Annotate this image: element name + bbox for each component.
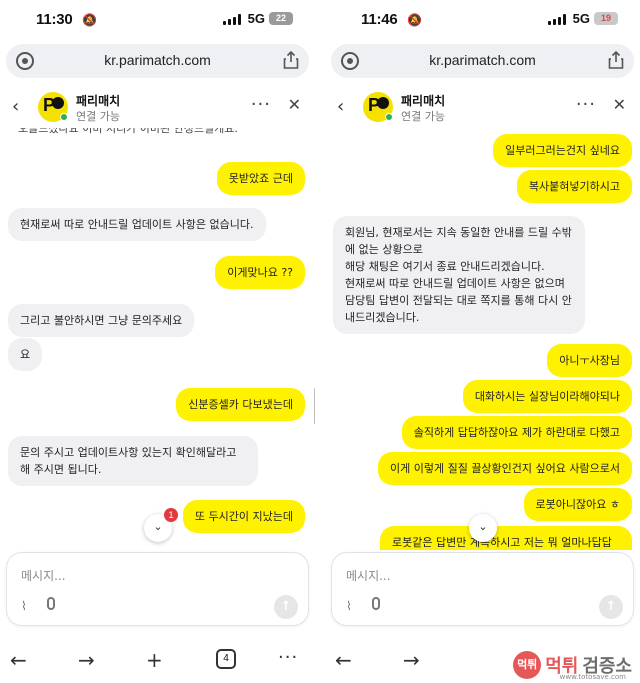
forward-arrow-icon[interactable]: → bbox=[403, 648, 420, 672]
menu-dots-icon[interactable]: ··· bbox=[278, 647, 298, 668]
message-outgoing: 로봇아니잖아요 ㅎ bbox=[523, 488, 632, 521]
message-list[interactable]: 일부러그러는건지 싶네요 복사붙혀넣기하시고 회원님, 현재로서는 지속 동일한… bbox=[325, 128, 640, 550]
message-input[interactable]: 메시지... bbox=[21, 567, 66, 584]
chat-status: 연결 가능 bbox=[76, 110, 120, 123]
chat-title: 패리매치 bbox=[76, 94, 121, 108]
message-outgoing: 솔직하게 답답하잖아요 제가 하란대로 다했고 bbox=[401, 416, 632, 449]
battery-level: 19 bbox=[594, 12, 618, 25]
share-icon[interactable] bbox=[283, 51, 299, 69]
chat-status: 연결 가능 bbox=[401, 110, 445, 123]
status-bar: 11:30 🔕 5G 22 bbox=[0, 0, 315, 38]
scroll-down-button[interactable]: ⌄ bbox=[469, 514, 497, 542]
chevron-down-icon: ⌄ bbox=[478, 520, 488, 533]
share-icon[interactable] bbox=[608, 51, 624, 69]
chevron-down-icon: ⌄ bbox=[153, 520, 163, 533]
new-tab-plus-icon[interactable]: + bbox=[146, 648, 163, 672]
chat-header: ‹ 패리매치 연결 가능 ··· ✕ bbox=[325, 86, 640, 128]
screenshot-divider bbox=[315, 0, 325, 683]
message-outgoing: 이게 이렇게 질질 끌상황인건지 싶어요 사람으로서 bbox=[377, 452, 632, 485]
online-indicator bbox=[385, 113, 393, 121]
status-time: 11:30 bbox=[36, 11, 73, 28]
watermark-url: www.totosave.com bbox=[559, 673, 626, 681]
attach-icon[interactable]: ⌇ bbox=[346, 599, 352, 613]
bell-mute-icon: 🔕 bbox=[82, 13, 97, 27]
online-indicator bbox=[60, 113, 68, 121]
watermark: 먹튀 먹튀 검증소 www.totosave.com bbox=[513, 651, 632, 681]
send-button[interactable]: ↑ bbox=[274, 595, 298, 619]
attach-icon[interactable]: ⌇ bbox=[21, 599, 27, 613]
left-phone-screen: 11:30 🔕 5G 22 kr.parimatch.com ‹ 패리매치 연결… bbox=[0, 0, 315, 683]
unread-badge: 1 bbox=[164, 508, 178, 522]
bell-mute-icon: 🔕 bbox=[407, 13, 422, 27]
message-incoming: 회원님, 현재로서는 지속 동일한 안내를 드릴 수밖에 없는 상황으로 해당 … bbox=[333, 216, 585, 334]
message-incoming: 현재로써 따로 안내드릴 업데이트 사항은 없습니다. bbox=[8, 208, 266, 241]
chat-header: ‹ 패리매치 연결 가능 ··· ✕ bbox=[0, 86, 315, 128]
back-chevron-icon[interactable]: ‹ bbox=[337, 96, 344, 117]
status-time: 11:46 bbox=[361, 11, 398, 28]
mic-icon[interactable] bbox=[372, 597, 380, 610]
message-cut-off: 오늘드셨나요 이미 처리가 이미된 안정드릴게요. bbox=[18, 128, 238, 135]
close-icon[interactable]: ✕ bbox=[613, 95, 626, 114]
message-incoming: 문의 주시고 업데이트사항 있는지 확인해달라고 해 주시면 됩니다. bbox=[8, 436, 258, 486]
address-bar[interactable]: kr.parimatch.com bbox=[6, 44, 309, 78]
back-chevron-icon[interactable]: ‹ bbox=[12, 96, 19, 117]
send-button[interactable]: ↑ bbox=[599, 595, 623, 619]
message-outgoing: 일부러그러는건지 싶네요 bbox=[493, 134, 632, 167]
tab-count-button[interactable]: 4 bbox=[216, 649, 236, 669]
screenshot-pair: { "left": { "status": {"time": "11:30", … bbox=[0, 0, 640, 683]
message-outgoing: 로봇같은 답변만 계속하시고 저는 뭐 얼마나답답할까요 bbox=[380, 526, 632, 550]
more-options-icon[interactable]: ··· bbox=[251, 94, 271, 115]
url-text[interactable]: kr.parimatch.com bbox=[6, 52, 309, 68]
message-list[interactable]: 오늘드셨나요 이미 처리가 이미된 안정드릴게요. 못받았죠 근데 현재로써 따… bbox=[0, 128, 315, 550]
message-incoming: 요 bbox=[8, 338, 43, 371]
message-outgoing: 이게맞나요 ?? bbox=[215, 256, 305, 289]
close-icon[interactable]: ✕ bbox=[288, 95, 301, 114]
message-outgoing: 또 두시간이 지났는데 bbox=[182, 500, 305, 533]
network-type: 5G bbox=[247, 11, 265, 26]
message-composer[interactable]: 메시지... ⌇ ↑ bbox=[6, 552, 309, 626]
browser-toolbar: ← → + 4 ··· bbox=[0, 640, 315, 683]
more-options-icon[interactable]: ··· bbox=[576, 94, 596, 115]
message-input[interactable]: 메시지... bbox=[346, 567, 391, 584]
chat-title: 패리매치 bbox=[401, 94, 446, 108]
address-bar[interactable]: kr.parimatch.com bbox=[331, 44, 634, 78]
mic-icon[interactable] bbox=[47, 597, 55, 610]
message-outgoing: 신분증셀카 다보냈는데 bbox=[176, 388, 305, 421]
message-outgoing: 못받았죠 근데 bbox=[216, 162, 305, 195]
network-type: 5G bbox=[572, 11, 590, 26]
signal-icon bbox=[223, 14, 241, 25]
message-outgoing: 복사붙혀넣기하시고 bbox=[516, 170, 632, 203]
message-composer[interactable]: 메시지... ⌇ ↑ bbox=[331, 552, 634, 626]
right-phone-screen: 11:46 🔕 5G 19 kr.parimatch.com ‹ 패리매치 연결… bbox=[325, 0, 640, 683]
forward-arrow-icon[interactable]: → bbox=[78, 648, 95, 672]
status-bar: 11:46 🔕 5G 19 bbox=[325, 0, 640, 38]
watermark-logo: 먹튀 bbox=[513, 651, 542, 679]
message-incoming: 그리고 불안하시면 그냥 문의주세요 bbox=[8, 304, 195, 337]
message-outgoing: 대화하시는 실장님이라해야되나 bbox=[462, 380, 632, 413]
message-outgoing: 아니ㅜ사장님 bbox=[547, 344, 632, 377]
scroll-down-button[interactable]: ⌄ 1 bbox=[144, 508, 178, 542]
back-arrow-icon[interactable]: ← bbox=[335, 648, 352, 672]
back-arrow-icon[interactable]: ← bbox=[10, 648, 27, 672]
signal-icon bbox=[548, 14, 566, 25]
battery-level: 22 bbox=[269, 12, 293, 25]
url-text[interactable]: kr.parimatch.com bbox=[331, 52, 634, 68]
